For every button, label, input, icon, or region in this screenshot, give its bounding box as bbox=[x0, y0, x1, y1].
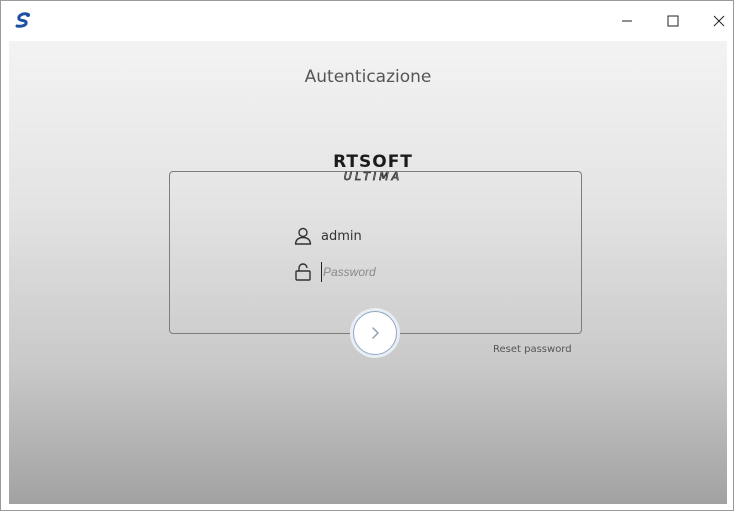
logo-line-1: RTSOFT bbox=[333, 152, 413, 172]
login-content: Autenticazione RTSOFT ULTIMA admin Reset… bbox=[9, 41, 727, 504]
logo-line-2: ULTIMA bbox=[343, 170, 403, 183]
username-value[interactable]: admin bbox=[321, 229, 362, 244]
login-window: Autenticazione RTSOFT ULTIMA admin Reset… bbox=[0, 0, 734, 511]
login-submit-button[interactable] bbox=[353, 311, 397, 355]
username-field: admin bbox=[293, 225, 362, 247]
chevron-right-icon bbox=[372, 327, 379, 339]
minimize-icon bbox=[622, 20, 632, 22]
title-bar bbox=[1, 1, 733, 41]
minimize-button[interactable] bbox=[607, 1, 647, 41]
reset-password-link[interactable]: Reset password bbox=[493, 344, 572, 355]
password-field bbox=[293, 261, 443, 283]
app-logo-icon bbox=[13, 11, 33, 31]
page-title: Autenticazione bbox=[304, 67, 432, 87]
maximize-icon bbox=[667, 15, 679, 27]
maximize-button[interactable] bbox=[653, 1, 693, 41]
user-icon bbox=[294, 227, 312, 245]
rtsoft-ultima-logo: RTSOFT ULTIMA bbox=[321, 153, 425, 187]
password-input[interactable] bbox=[321, 262, 443, 282]
login-box bbox=[169, 171, 582, 334]
close-icon bbox=[713, 15, 725, 27]
close-button[interactable] bbox=[699, 1, 734, 41]
lock-icon bbox=[295, 263, 311, 281]
